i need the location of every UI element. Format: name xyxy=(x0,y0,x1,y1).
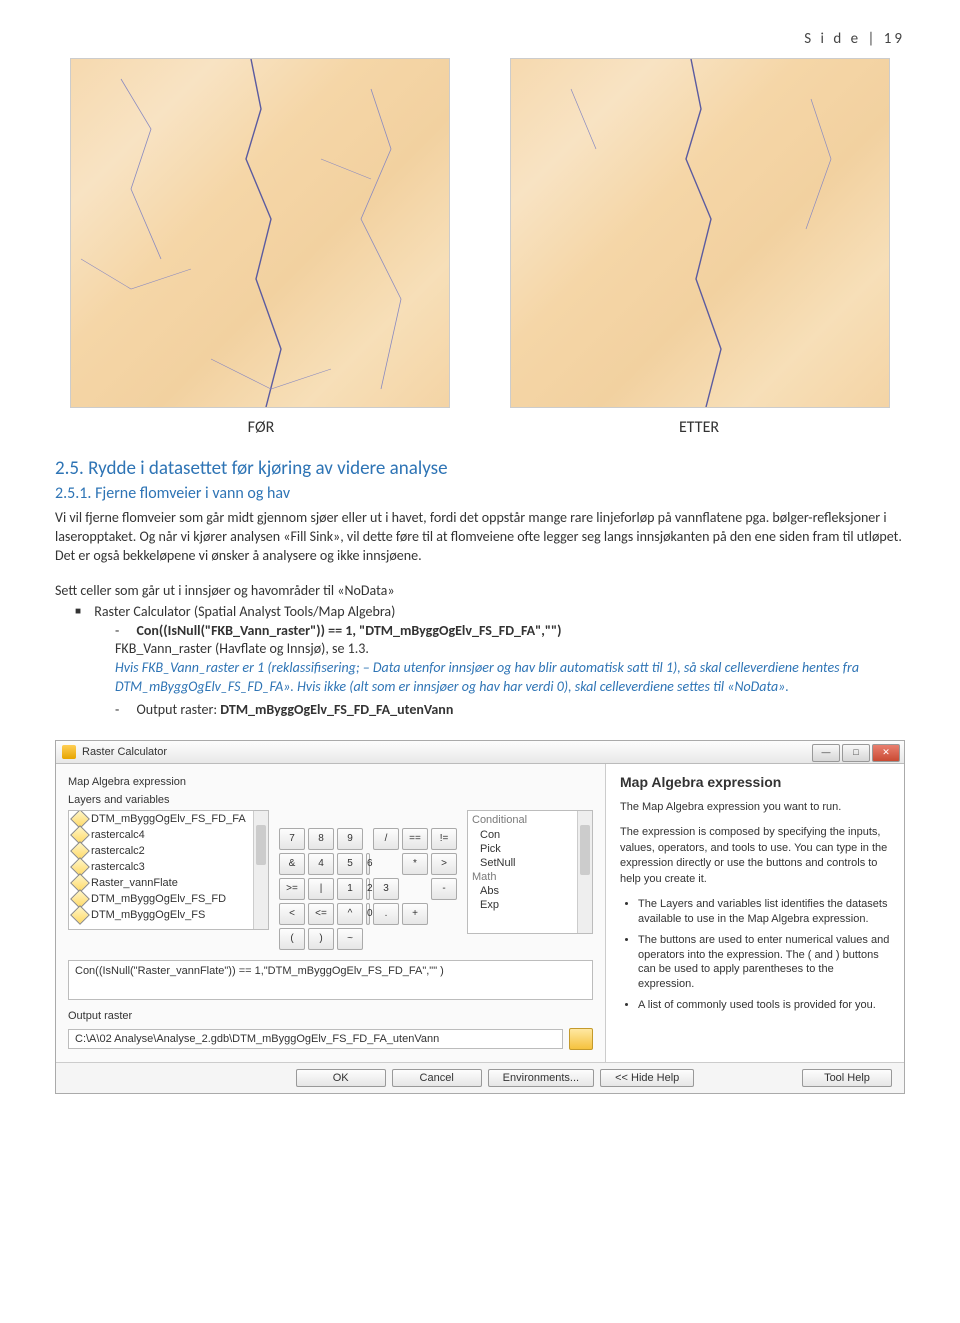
keypad-button[interactable]: != xyxy=(431,828,457,850)
keypad-button[interactable]: 7 xyxy=(279,828,305,850)
bullet-raster-calculator: Raster Calculator (Spatial Analyst Tools… xyxy=(75,603,905,720)
ok-button[interactable]: OK xyxy=(296,1069,386,1087)
keypad-button[interactable]: * xyxy=(402,853,428,875)
help-li3: A list of commonly used tools is provide… xyxy=(638,998,890,1013)
output-raster-label: Output raster xyxy=(68,1010,593,1022)
explain-line: Hvis FKB_Vann_raster er 1 (reklassifiser… xyxy=(115,659,859,695)
tool-item[interactable]: Pick xyxy=(470,842,590,856)
keypad-button[interactable]: / xyxy=(373,828,399,850)
expression-note: FKB_Vann_raster (Havflate og Innsjø), se… xyxy=(115,640,369,657)
tool-item[interactable]: SetNull xyxy=(470,856,590,870)
output-raster-input[interactable]: C:\A\02 Analyse\Analyse_2.gdb\DTM_mByggO… xyxy=(68,1029,563,1049)
tools-listbox[interactable]: Conditional▴ ConPickSetNull Math— AbsExp xyxy=(467,810,593,934)
keypad-button[interactable]: + xyxy=(402,903,428,925)
tool-item[interactable]: Con xyxy=(470,828,590,842)
output-label: Output raster: xyxy=(136,701,220,718)
map-before xyxy=(70,58,450,408)
expression-section-label: Map Algebra expression xyxy=(68,776,593,788)
app-icon xyxy=(62,745,76,759)
layers-scrollbar[interactable] xyxy=(253,811,268,929)
environments-button[interactable]: Environments... xyxy=(488,1069,594,1087)
dash-expression: Con((IsNull("FKB_Vann_raster")) == 1, "D… xyxy=(115,622,905,698)
keypad-button[interactable]: 8 xyxy=(308,828,334,850)
maximize-button[interactable]: □ xyxy=(842,744,870,762)
layer-item[interactable]: rastercalc3 xyxy=(69,859,268,875)
keypad-button[interactable]: ( xyxy=(279,928,305,950)
hide-help-button[interactable]: << Hide Help xyxy=(600,1069,694,1087)
expression-text: Con((IsNull("FKB_Vann_raster")) == 1, "D… xyxy=(136,622,561,639)
keypad-button[interactable]: ^ xyxy=(337,903,363,925)
keypad-button[interactable]: >= xyxy=(279,878,305,900)
page-number: S i d e | 19 xyxy=(55,30,905,48)
minimize-button[interactable]: — xyxy=(812,744,840,762)
dash-output: Output raster: DTM_mByggOgElv_FS_FD_FA_u… xyxy=(115,701,905,720)
map-before-label: FØR xyxy=(72,418,450,437)
tool-help-button[interactable]: Tool Help xyxy=(802,1069,892,1087)
keypad-button[interactable]: == xyxy=(402,828,428,850)
layer-item[interactable]: rastercalc2 xyxy=(69,843,268,859)
keypad-button[interactable]: 0 xyxy=(366,903,370,925)
keypad-button[interactable]: > xyxy=(431,853,457,875)
keypad-button[interactable]: 3 xyxy=(373,878,399,900)
layer-item[interactable]: DTM_mByggOgElv_FS_FD xyxy=(69,891,268,907)
layer-item[interactable]: DTM_mByggOgElv_FS_FD_FA xyxy=(69,811,268,827)
keypad-button[interactable]: . xyxy=(373,903,399,925)
layers-label: Layers and variables xyxy=(68,794,593,806)
keypad-button[interactable]: 6 xyxy=(366,853,370,875)
browse-folder-button[interactable] xyxy=(569,1028,593,1050)
map-after xyxy=(510,58,890,408)
tools-category-conditional: Conditional▴ xyxy=(470,813,590,828)
keypad-button[interactable]: <= xyxy=(308,903,334,925)
dialog-title: Raster Calculator xyxy=(82,746,167,758)
dialog-titlebar[interactable]: Raster Calculator — □ ✕ xyxy=(56,741,904,764)
keypad-button[interactable]: & xyxy=(279,853,305,875)
layer-item[interactable]: Raster_vannFlate xyxy=(69,875,268,891)
paragraph-lead: Sett celler som går ut i innsjøer og hav… xyxy=(55,582,905,601)
keypad-button[interactable]: ~ xyxy=(337,928,363,950)
expression-input[interactable]: Con((IsNull("Raster_vannFlate")) == 1,"D… xyxy=(68,960,593,1000)
help-title: Map Algebra expression xyxy=(620,774,890,790)
tool-item[interactable]: Exp xyxy=(470,898,590,912)
keypad-button[interactable]: < xyxy=(279,903,305,925)
keypad-button[interactable]: 9 xyxy=(337,828,363,850)
keypad-button[interactable]: | xyxy=(308,878,334,900)
map-comparison xyxy=(55,58,905,408)
keypad-button[interactable]: 2 xyxy=(366,878,370,900)
subsection-heading: 2.5.1. Fjerne flomveier i vann og hav xyxy=(55,484,905,503)
paragraph-intro: Vi vil fjerne flomveier som går midt gje… xyxy=(55,509,905,566)
keypad-button[interactable]: ) xyxy=(308,928,334,950)
keypad-button[interactable]: 5 xyxy=(337,853,363,875)
section-heading: 2.5. Rydde i datasettet før kjøring av v… xyxy=(55,457,905,480)
help-panel: Map Algebra expression The Map Algebra e… xyxy=(605,764,904,1062)
raster-calculator-dialog: Raster Calculator — □ ✕ Map Algebra expr… xyxy=(55,740,905,1094)
keypad-button[interactable]: 1 xyxy=(337,878,363,900)
tools-category-math: Math— xyxy=(470,870,590,884)
help-p2: The expression is composed by specifying… xyxy=(620,825,890,887)
keypad-button[interactable]: - xyxy=(431,878,457,900)
keypad-button[interactable]: 4 xyxy=(308,853,334,875)
help-li1: The Layers and variables list identifies… xyxy=(638,897,890,927)
help-li2: The buttons are used to enter numerical … xyxy=(638,933,890,992)
tools-scrollbar[interactable] xyxy=(577,811,592,933)
tool-item[interactable]: Abs xyxy=(470,884,590,898)
layers-listbox[interactable]: DTM_mByggOgElv_FS_FD_FArastercalc4raster… xyxy=(68,810,269,930)
output-value: DTM_mByggOgElv_FS_FD_FA_utenVann xyxy=(220,701,453,718)
layer-item[interactable]: rastercalc4 xyxy=(69,827,268,843)
operator-keypad: 789 /==!= &456 *> >=|123 - <<=^0.+ ()~ xyxy=(279,828,457,950)
map-after-label: ETTER xyxy=(510,418,888,437)
cancel-button[interactable]: Cancel xyxy=(392,1069,482,1087)
close-button[interactable]: ✕ xyxy=(872,744,900,762)
help-p1: The Map Algebra expression you want to r… xyxy=(620,800,890,815)
raster-icon xyxy=(70,905,90,925)
layer-item[interactable]: DTM_mByggOgElv_FS xyxy=(69,907,268,923)
bullet-label: Raster Calculator (Spatial Analyst Tools… xyxy=(94,603,395,620)
